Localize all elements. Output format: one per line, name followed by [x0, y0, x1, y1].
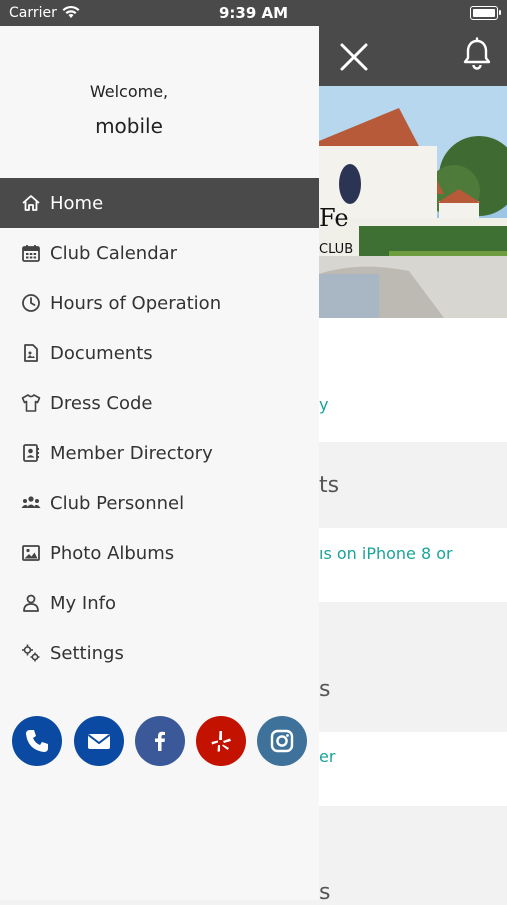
menu-label-dress-code: Dress Code: [50, 392, 153, 414]
welcome-label: Welcome,: [89, 82, 169, 101]
image-icon: [21, 543, 41, 563]
menu-item-documents[interactable]: Documents: [0, 328, 319, 378]
menu-item-club-calendar[interactable]: Club Calendar: [0, 228, 319, 278]
phone-button[interactable]: [12, 716, 62, 766]
card-2-link[interactable]: ıs on iPhone 8 or: [319, 544, 453, 563]
home-icon: [21, 193, 41, 213]
menu-label-documents: Documents: [50, 342, 153, 364]
menu-item-home[interactable]: Home: [0, 178, 319, 228]
instagram-icon: [270, 729, 294, 753]
card-3-link[interactable]: er: [319, 747, 335, 766]
document-icon: [21, 343, 41, 363]
card-2[interactable]: [319, 528, 507, 602]
navigation-drawer: Welcome, mobile Home Club Calendar Hours…: [0, 26, 319, 900]
menu-item-club-personnel[interactable]: Club Personnel: [0, 478, 319, 528]
card-1[interactable]: [319, 318, 507, 442]
menu-label-hours-of-operation: Hours of Operation: [50, 292, 222, 314]
menu-item-photo-albums[interactable]: Photo Albums: [0, 528, 319, 578]
menu-item-settings[interactable]: Settings: [0, 628, 319, 678]
hero-image: Fe CLUB: [319, 86, 507, 318]
bell-icon[interactable]: [461, 37, 493, 71]
calendar-icon: [21, 243, 41, 263]
menu-item-hours-of-operation[interactable]: Hours of Operation: [0, 278, 319, 328]
menu-label-home: Home: [50, 192, 104, 214]
clock-time: 9:39 AM: [218, 4, 289, 22]
status-bar: Carrier 9:39 AM: [0, 0, 507, 26]
menu-label-settings: Settings: [50, 642, 124, 664]
section-title-3: s: [319, 880, 331, 905]
hero-text-club: CLUB: [319, 242, 353, 257]
instagram-button[interactable]: [257, 716, 307, 766]
close-icon[interactable]: [336, 39, 372, 75]
menu-item-member-directory[interactable]: Member Directory: [0, 428, 319, 478]
person-icon: [21, 593, 41, 613]
people-icon: [21, 493, 41, 513]
section-title-2: s: [319, 677, 331, 702]
email-button[interactable]: [74, 716, 124, 766]
section-title-1: ts: [319, 473, 340, 498]
menu-label-club-personnel: Club Personnel: [50, 492, 185, 514]
battery-icon: [470, 6, 501, 20]
facebook-icon: [155, 731, 165, 751]
yelp-button[interactable]: [196, 716, 246, 766]
menu-item-my-info[interactable]: My Info: [0, 578, 319, 628]
hero-text-fe: Fe: [319, 204, 349, 232]
menu-item-dress-code[interactable]: Dress Code: [0, 378, 319, 428]
menu-label-my-info: My Info: [50, 592, 116, 614]
card-1-link[interactable]: y: [319, 395, 328, 414]
gears-icon: [21, 643, 41, 663]
clock-icon: [21, 293, 41, 313]
menu-label-club-calendar: Club Calendar: [50, 242, 178, 264]
contact-book-icon: [21, 443, 41, 463]
yelp-icon: [211, 731, 231, 752]
menu-label-member-directory: Member Directory: [50, 442, 213, 464]
card-3[interactable]: [319, 732, 507, 806]
email-icon: [87, 734, 111, 749]
shirt-icon: [21, 393, 41, 413]
phone-icon: [26, 730, 48, 752]
facebook-button[interactable]: [135, 716, 185, 766]
menu-label-photo-albums: Photo Albums: [50, 542, 175, 564]
username-label: mobile: [95, 114, 163, 138]
